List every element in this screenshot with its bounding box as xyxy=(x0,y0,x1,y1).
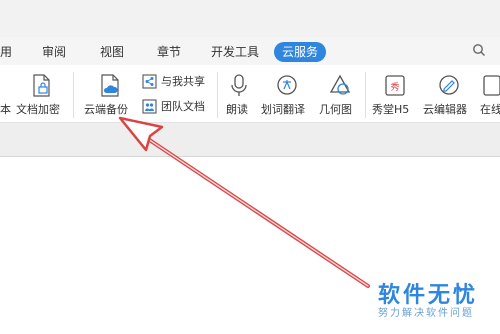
cloud-editor-icon xyxy=(439,75,459,95)
cloud-editor-label: 云编辑器 xyxy=(423,103,467,116)
geometry-button[interactable]: 几何图 xyxy=(319,74,359,118)
read-aloud-label: 朗读 xyxy=(226,103,248,116)
team-docs-label: 团队文档 xyxy=(161,100,205,113)
share-with-me-button[interactable]: 与我共享 xyxy=(142,73,212,91)
search-icon[interactable] xyxy=(472,43,486,57)
read-aloud-button[interactable]: 朗读 xyxy=(226,74,252,118)
doc-encrypt-button[interactable]: 文档加密 xyxy=(16,74,68,118)
tab-partial-left[interactable]: 用 xyxy=(0,42,12,62)
word-translate-button[interactable]: 划词翻译 xyxy=(261,74,313,118)
tab-dev-tools[interactable]: 开发工具 xyxy=(211,42,259,62)
tab-view[interactable]: 视图 xyxy=(100,42,124,62)
xiutang-icon: 秀 xyxy=(385,75,405,96)
geometry-shapes-icon xyxy=(329,74,351,95)
ribbon-partial-left-label: 本 xyxy=(0,103,11,116)
svg-text:秀: 秀 xyxy=(390,81,399,93)
doc-lock-icon xyxy=(33,74,50,97)
cloud-backup-icon xyxy=(101,74,119,97)
share-with-me-label: 与我共享 xyxy=(161,75,205,88)
cloud-backup-label: 云端备份 xyxy=(84,103,128,116)
tab-review[interactable]: 审阅 xyxy=(42,42,66,62)
online-partial-label: 在线 xyxy=(480,103,500,116)
toolbar-band xyxy=(0,123,500,157)
ribbon-separator xyxy=(365,72,366,118)
tab-cloud-service[interactable]: 云服务 xyxy=(274,42,327,62)
cloud-editor-button[interactable]: 云编辑器 xyxy=(423,74,477,118)
watermark-subtitle: 努力解决软件问题 xyxy=(378,308,474,319)
tab-chapter[interactable]: 章节 xyxy=(157,42,181,62)
share-icon xyxy=(142,74,157,89)
team-docs-icon xyxy=(142,99,157,114)
cloud-backup-button[interactable]: 云端备份 xyxy=(84,74,136,118)
microphone-icon xyxy=(231,74,247,96)
ribbon-separator xyxy=(217,72,218,118)
xiutang-h5-label: 秀堂H5 xyxy=(372,103,410,116)
online-partial-button[interactable]: 在线 xyxy=(480,74,500,118)
team-docs-button[interactable]: 团队文档 xyxy=(142,98,212,116)
online-icon xyxy=(483,75,500,96)
xiutang-h5-button[interactable]: 秀 秀堂H5 xyxy=(372,74,416,118)
doc-encrypt-label: 文档加密 xyxy=(16,103,60,116)
ribbon-separator xyxy=(73,72,74,118)
translate-icon xyxy=(277,75,297,95)
title-strip xyxy=(0,0,500,37)
geometry-label: 几何图 xyxy=(319,103,352,116)
word-translate-label: 划词翻译 xyxy=(261,103,305,116)
